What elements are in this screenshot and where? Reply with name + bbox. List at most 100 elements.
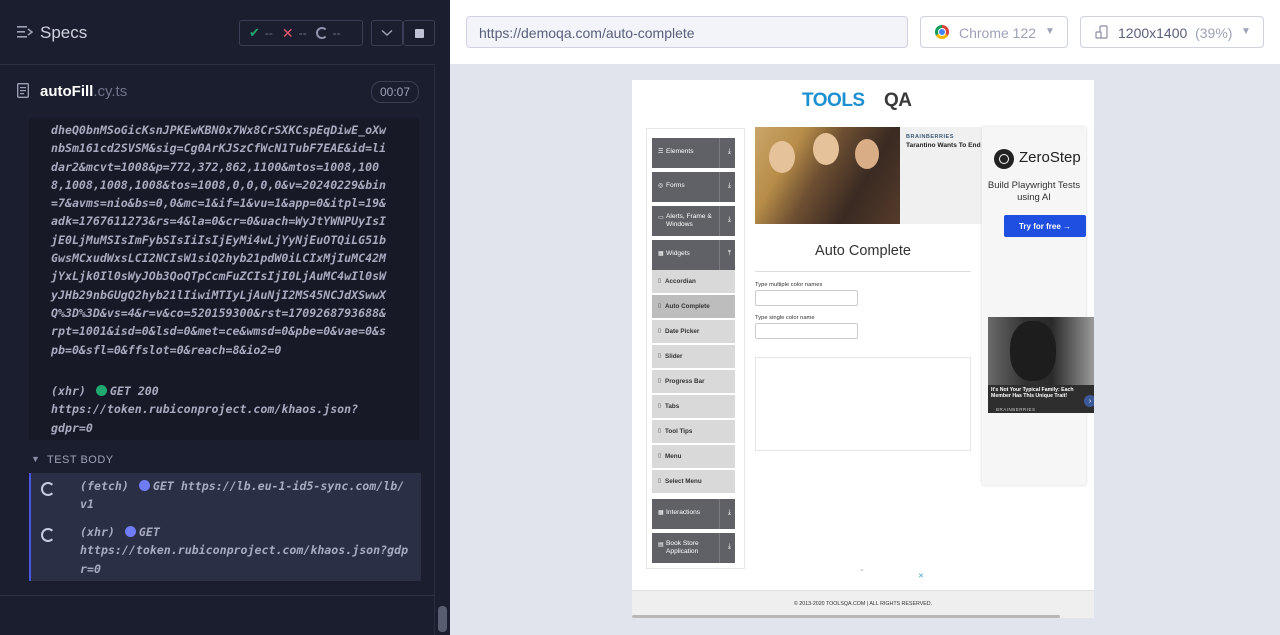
item-icon: ▯	[658, 303, 662, 309]
zerostep-logo-icon	[994, 149, 1014, 169]
item-icon: ▯	[658, 278, 662, 284]
menu-item-date-picker[interactable]: ▯ Date Picker	[652, 320, 735, 344]
menu-group-label: Alerts, Frame & Windows	[666, 213, 712, 228]
chevron-down-icon: ▼	[1241, 26, 1251, 37]
viewport-dimensions: 1200x1400	[1118, 25, 1188, 41]
x-icon: ✕	[281, 24, 294, 41]
command-text: (xhr) GET https://token.rubiconproject.com…	[80, 523, 410, 578]
ad-image[interactable]	[755, 127, 900, 224]
menu-group-forms[interactable]: ◎ Forms ⤓	[652, 172, 735, 202]
menu-group-label: Book Store Application	[666, 540, 699, 555]
pending-dot-icon	[124, 526, 136, 537]
chevron-down-icon[interactable]: ⌄	[859, 565, 865, 573]
ad-headline: Tarantino Wants To End	[906, 142, 981, 149]
zerostep-ad[interactable]: ZeroStep Build Playwright Tests using AI…	[982, 127, 1086, 485]
menu-group-label: Interactions	[666, 509, 701, 516]
toolsqa-logo[interactable]: TOOLS QA	[802, 86, 926, 114]
spec-row: autoFill.cy.ts 00:07	[0, 64, 434, 118]
item-icon: ▯	[658, 478, 662, 484]
menu-group-elements[interactable]: ☰ Elements ⤓	[652, 138, 735, 168]
pending-dot-icon	[138, 480, 150, 491]
active-commands: (fetch) GET https://lb.eu-1-id5-sync.com/…	[29, 473, 421, 581]
menu-item-auto-complete[interactable]: ▯ Auto Complete	[652, 295, 735, 319]
page-footer: © 2013-2020 TOOLSQA.COM | ALL RIGHTS RES…	[632, 590, 1094, 618]
failed-stat: ✕ --	[282, 25, 307, 42]
menu-item-tabs[interactable]: ▯ Tabs	[652, 395, 735, 419]
stop-icon	[414, 28, 424, 38]
xhr-log-entry[interactable]: (xhr) GET 200 https://token.rubiconproject…	[51, 382, 387, 437]
divider	[719, 138, 720, 168]
viewport-size: 1200x1400 (39%)	[1118, 25, 1232, 41]
specs-title[interactable]: Specs	[40, 23, 87, 43]
loading-spinner-icon	[41, 528, 55, 542]
multiple-color-input[interactable]	[755, 290, 858, 306]
download-arrow-icon: ⤓	[727, 509, 731, 516]
command-prefix: (fetch)	[80, 479, 129, 493]
command-method: GET	[138, 525, 160, 539]
scrollbar-track[interactable]	[434, 64, 451, 635]
horizontal-scrollbar[interactable]	[632, 615, 1060, 618]
divider	[719, 206, 720, 236]
menu-item-progress-bar[interactable]: ▯ Progress Bar	[652, 370, 735, 394]
item-icon: ▯	[658, 328, 662, 334]
ad2-caption[interactable]: It's Not Your Typical Family: Each Membe…	[988, 385, 1094, 413]
grid-icon: ▦	[658, 251, 664, 257]
menu-item-menu[interactable]: ▯ Menu	[652, 445, 735, 469]
ad-photo-face	[855, 139, 879, 169]
ad2-headline: It's Not Your Typical Family: Each Membe…	[991, 387, 1074, 399]
ad2-photo-face	[1010, 321, 1056, 381]
menu-item-slider[interactable]: ▯ Slider	[652, 345, 735, 369]
test-body-section[interactable]: ▼ TEST BODY	[29, 451, 419, 473]
browser-selector[interactable]: Chrome 122 ▼	[920, 16, 1068, 48]
divider	[719, 499, 720, 529]
try-for-free-button[interactable]: Try for free →	[1004, 215, 1086, 237]
check-icon: ✔	[249, 25, 260, 40]
passed-stat: ✔ --	[249, 25, 273, 41]
specs-list-icon[interactable]	[17, 25, 33, 39]
xhr-prefix: (xhr)	[51, 384, 86, 398]
single-color-label: Type single color name	[755, 315, 815, 321]
test-stats: ✔ -- ✕ -- --	[239, 20, 363, 46]
aut-header: https://demoqa.com/auto-complete Chrome …	[450, 0, 1280, 64]
stop-button[interactable]	[403, 20, 435, 46]
menu-group-label: Widgets	[666, 250, 690, 257]
menu-group-interactions[interactable]: ▦ Interactions ⤓	[652, 499, 735, 529]
xhr-method-status: GET 200	[109, 384, 159, 398]
item-icon: ▯	[658, 428, 662, 434]
status-dot-icon	[95, 385, 107, 396]
single-color-input[interactable]	[755, 323, 858, 339]
divider	[755, 271, 971, 272]
command-log[interactable]: dheQ0bnMSoGicKsnJPKEwKBN0x7Wx8CrSXKCspEq…	[0, 118, 434, 595]
menu-group-widgets[interactable]: ▦ Widgets ⤒	[652, 240, 735, 270]
passed-count: --	[264, 26, 273, 40]
chevron-down-icon: ▼	[31, 454, 41, 464]
menu-item-label: Date Picker	[665, 328, 700, 335]
interactions-icon: ▦	[658, 510, 664, 516]
scrollbar-thumb[interactable]	[438, 606, 447, 632]
chevron-right-icon[interactable]: ›	[1084, 395, 1094, 407]
close-icon[interactable]: ✕	[918, 572, 924, 580]
menu-item-tool-tips[interactable]: ▯ Tool Tips	[652, 420, 735, 444]
command-log-panel: Specs ✔ -- ✕ -- -- autoFill.cy.ts 00:07 …	[0, 0, 451, 635]
ad-text-panel[interactable]: BRAINBERRIES Tarantino Wants To End	[900, 127, 982, 224]
menu-group-book-store[interactable]: ▤ Book Store Application ⤓	[652, 533, 735, 563]
viewport-icon	[1095, 25, 1108, 39]
menu-item-accordian[interactable]: ▯ Accordian	[652, 270, 735, 294]
viewport-selector[interactable]: 1200x1400 (39%) ▼	[1080, 16, 1264, 48]
menu-item-select-menu[interactable]: ▯ Select Menu	[652, 470, 735, 494]
footer-copyright: © 2013-2020 TOOLSQA.COM | ALL RIGHTS RES…	[793, 601, 933, 607]
xhr-url: https://token.rubiconproject.com/khaos.j…	[51, 402, 359, 435]
url-bar[interactable]: https://demoqa.com/auto-complete	[466, 16, 908, 48]
logo-tools-text: TOOLS	[802, 90, 865, 111]
ad2-image[interactable]	[988, 317, 1094, 385]
expand-collapse-button[interactable]	[371, 20, 403, 46]
menu-item-label: Auto Complete	[665, 303, 710, 310]
menu-item-label: Menu	[665, 453, 682, 460]
spec-filename[interactable]: autoFill.cy.ts	[40, 83, 127, 100]
command-method: GET	[152, 479, 174, 493]
item-icon: ▯	[658, 378, 662, 384]
logo-qa-text: QA	[884, 90, 912, 111]
menu-group-alerts[interactable]: ▭ Alerts, Frame & Windows ⤓	[652, 206, 735, 236]
divider	[719, 172, 720, 202]
content-placeholder	[755, 357, 971, 451]
